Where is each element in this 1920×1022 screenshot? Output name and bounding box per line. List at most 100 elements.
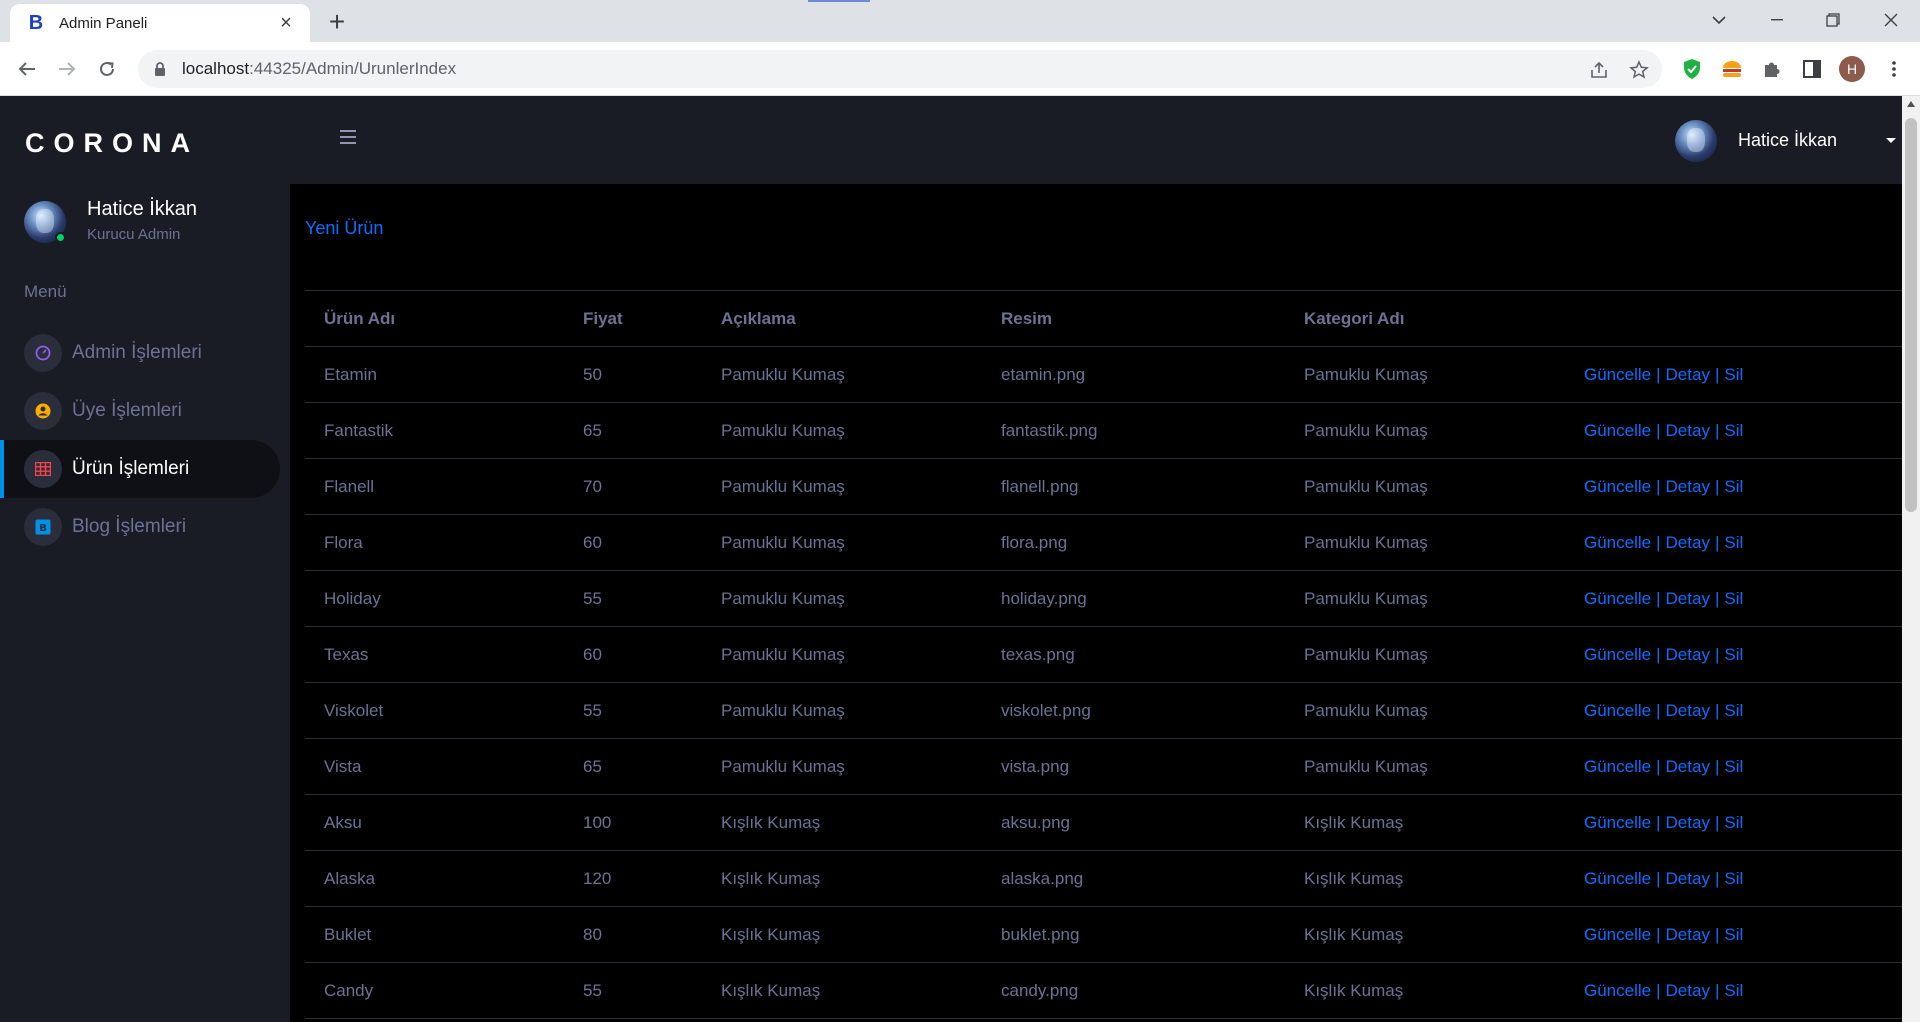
separator: |	[1714, 420, 1720, 440]
image-cell: buklet.png	[982, 906, 1285, 963]
share-icon[interactable]	[1588, 59, 1610, 81]
table-row: Alaska 120 Kışlık Kumaş alaska.png Kışlık Ku…	[305, 850, 1902, 907]
shield-extension-icon[interactable]	[1678, 55, 1706, 83]
products-table: Ürün Adı Fiyat Açıklama Resim Kategori A…	[305, 290, 1902, 1019]
navbar-user-name[interactable]: Hatice İkkan	[1738, 130, 1837, 151]
close-tab-icon[interactable]: ×	[276, 12, 296, 34]
browser-menu-icon[interactable]	[1880, 55, 1908, 83]
detail-link[interactable]: Detay	[1666, 981, 1710, 1000]
back-button[interactable]	[12, 54, 42, 84]
detail-link[interactable]: Detay	[1666, 925, 1710, 944]
delete-link[interactable]: Sil	[1724, 869, 1743, 888]
delete-link[interactable]: Sil	[1724, 757, 1743, 776]
user-circle-icon	[24, 392, 62, 430]
update-link[interactable]: Güncelle	[1584, 645, 1651, 664]
detail-link[interactable]: Detay	[1666, 533, 1710, 552]
separator: |	[1656, 644, 1661, 664]
detail-link[interactable]: Detay	[1666, 365, 1710, 384]
detail-link[interactable]: Detay	[1666, 589, 1710, 608]
separator: |	[1656, 980, 1661, 1000]
separator: |	[1714, 476, 1720, 496]
avatar	[1675, 120, 1717, 162]
detail-link[interactable]: Detay	[1666, 421, 1710, 440]
detail-link[interactable]: Detay	[1666, 645, 1710, 664]
profile-button[interactable]: H	[1838, 55, 1866, 83]
actions-cell: Güncelle | Detay | Sil	[1565, 682, 1902, 739]
scrollbar-thumb[interactable]	[1905, 118, 1917, 512]
detail-link[interactable]: Detay	[1666, 477, 1710, 496]
delete-link[interactable]: Sil	[1724, 365, 1743, 384]
extensions-puzzle-icon[interactable]	[1758, 55, 1786, 83]
minimize-button[interactable]	[1756, 0, 1798, 40]
table-row: Aksu 100 Kışlık Kumaş aksu.png Kışlık Kumaş G…	[305, 794, 1902, 851]
burger-extension-icon[interactable]	[1718, 55, 1746, 83]
price-cell: 55	[564, 570, 702, 627]
delete-link[interactable]: Sil	[1724, 981, 1743, 1000]
update-link[interactable]: Güncelle	[1584, 981, 1651, 1000]
tab-search-chevron-icon[interactable]	[1698, 0, 1740, 40]
detail-link[interactable]: Detay	[1666, 813, 1710, 832]
sidebar-item-products[interactable]: Ürün İşlemleri	[0, 440, 280, 498]
browser-tab[interactable]: B Admin Paneli ×	[10, 4, 310, 42]
forward-button[interactable]	[52, 54, 82, 84]
delete-link[interactable]: Sil	[1724, 533, 1743, 552]
side-panel-icon[interactable]	[1798, 55, 1826, 83]
sidebar-item-label: Admin İşlemleri	[72, 342, 202, 363]
price-cell: 55	[564, 682, 702, 739]
menu-toggle-icon[interactable]	[340, 130, 356, 144]
new-tab-button[interactable]: +	[322, 6, 352, 37]
price-cell: 65	[564, 402, 702, 459]
image-cell: vista.png	[982, 738, 1285, 795]
product-name-cell: Flanell	[305, 458, 564, 515]
image-cell: viskolet.png	[982, 682, 1285, 739]
top-navbar: Hatice İkkan	[290, 96, 1902, 184]
category-cell: Pamuklu Kumaş	[1285, 570, 1565, 627]
update-link[interactable]: Güncelle	[1584, 701, 1651, 720]
delete-link[interactable]: Sil	[1724, 925, 1743, 944]
actions-cell: Güncelle | Detay | Sil	[1565, 626, 1902, 683]
update-link[interactable]: Güncelle	[1584, 589, 1651, 608]
update-link[interactable]: Güncelle	[1584, 869, 1651, 888]
bookmark-star-icon[interactable]	[1628, 59, 1650, 81]
description-cell: Pamuklu Kumaş	[702, 738, 982, 795]
reload-button[interactable]	[92, 54, 122, 84]
detail-link[interactable]: Detay	[1666, 701, 1710, 720]
delete-link[interactable]: Sil	[1724, 477, 1743, 496]
update-link[interactable]: Güncelle	[1584, 925, 1651, 944]
update-link[interactable]: Güncelle	[1584, 757, 1651, 776]
scroll-up-arrow-icon[interactable]	[1907, 101, 1915, 107]
close-window-button[interactable]	[1870, 0, 1912, 40]
delete-link[interactable]: Sil	[1724, 645, 1743, 664]
update-link[interactable]: Güncelle	[1584, 813, 1651, 832]
detail-link[interactable]: Detay	[1666, 757, 1710, 776]
delete-link[interactable]: Sil	[1724, 813, 1743, 832]
sidebar-item-members[interactable]: Üye İşlemleri	[0, 382, 280, 440]
update-link[interactable]: Güncelle	[1584, 533, 1651, 552]
sidebar-item-blog[interactable]: B Blog İşlemleri	[0, 498, 280, 556]
sidebar-item-label: Ürün İşlemleri	[72, 458, 190, 479]
detail-link[interactable]: Detay	[1666, 869, 1710, 888]
caret-down-icon[interactable]	[1886, 138, 1896, 143]
delete-link[interactable]: Sil	[1724, 421, 1743, 440]
product-name-cell: Aksu	[305, 794, 564, 851]
sidebar-item-admin[interactable]: Admin İşlemleri	[0, 324, 280, 382]
update-link[interactable]: Güncelle	[1584, 365, 1651, 384]
browser-toolbar: localhost:44325/Admin/UrunlerIndex H	[0, 42, 1920, 96]
page-scrollbar[interactable]	[1902, 96, 1920, 1022]
tab-loading-indicator	[808, 0, 870, 2]
new-product-link[interactable]: Yeni Ürün	[305, 218, 383, 239]
description-cell: Pamuklu Kumaş	[702, 514, 982, 571]
update-link[interactable]: Güncelle	[1584, 421, 1651, 440]
actions-cell: Güncelle | Detay | Sil	[1565, 906, 1902, 963]
category-cell: Pamuklu Kumaş	[1285, 458, 1565, 515]
actions-cell: Güncelle | Detay | Sil	[1565, 570, 1902, 627]
category-cell: Kışlık Kumaş	[1285, 850, 1565, 907]
delete-link[interactable]: Sil	[1724, 701, 1743, 720]
navbar-user-avatar[interactable]	[1675, 120, 1717, 162]
tab-title: Admin Paneli	[59, 14, 148, 32]
delete-link[interactable]: Sil	[1724, 589, 1743, 608]
restore-button[interactable]	[1812, 0, 1854, 40]
brand-logo[interactable]: CORONA	[25, 128, 199, 159]
update-link[interactable]: Güncelle	[1584, 477, 1651, 496]
address-bar[interactable]: localhost:44325/Admin/UrunlerIndex	[138, 50, 1662, 88]
